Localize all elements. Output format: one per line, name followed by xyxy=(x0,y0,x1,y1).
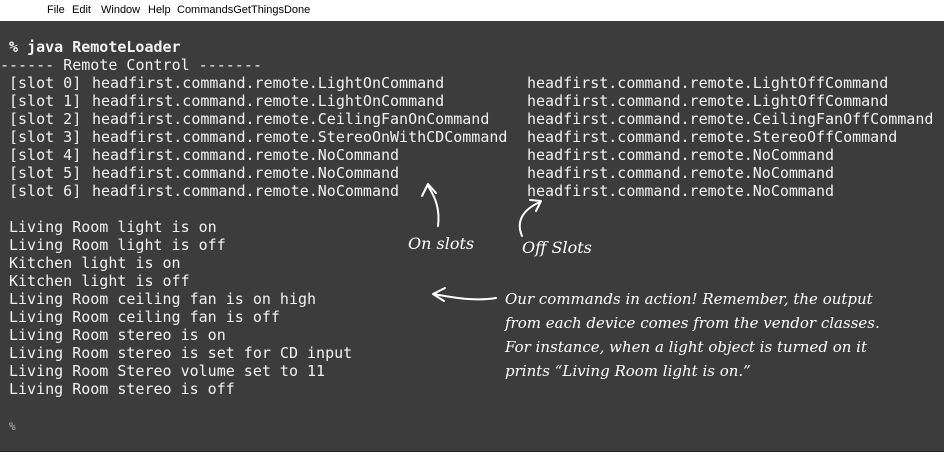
slot-3-on: headfirst.command.remote.StereoOnWithCDC… xyxy=(92,128,508,146)
slot-6-label: [slot 6] xyxy=(9,182,82,200)
slot-4-label: [slot 4] xyxy=(9,146,82,164)
slot-0-on: headfirst.command.remote.LightOnCommand xyxy=(92,74,445,92)
shell-prompt: % xyxy=(9,420,16,433)
output-line: Living Room Stereo volume set to 11 xyxy=(9,362,326,380)
slot-4-off: headfirst.command.remote.NoCommand xyxy=(527,146,835,164)
output-line: Living Room stereo is on xyxy=(9,326,226,344)
output-line: Living Room ceiling fan is off xyxy=(9,308,280,326)
slot-6-off: headfirst.command.remote.NoCommand xyxy=(527,182,835,200)
menu-window[interactable]: Window xyxy=(101,4,140,16)
output-line: Living Room stereo is set for CD input xyxy=(9,344,353,362)
commands-note-line: Our commands in action! Remember, the ou… xyxy=(505,290,873,308)
menu-edit[interactable]: Edit xyxy=(72,4,91,16)
menu-app-name[interactable]: CommandsGetThingsDone xyxy=(177,4,310,16)
slot-2-label: [slot 2] xyxy=(9,110,82,128)
slot-1-off: headfirst.command.remote.LightOffCommand xyxy=(527,92,889,110)
menu-file[interactable]: File xyxy=(47,4,65,16)
slot-5-label: [slot 5] xyxy=(9,164,82,182)
remote-control-header: ------ Remote Control ------- xyxy=(0,56,262,74)
commands-note-line: from each device comes from the vendor c… xyxy=(505,314,880,332)
slot-0-label: [slot 0] xyxy=(9,74,82,92)
slot-1-label: [slot 1] xyxy=(9,92,82,110)
output-line: Living Room ceiling fan is on high xyxy=(9,290,317,308)
output-line: Living Room light is on xyxy=(9,218,217,236)
menu-bar: File Edit Window Help CommandsGetThingsD… xyxy=(0,0,944,21)
slot-0-off: headfirst.command.remote.LightOffCommand xyxy=(527,74,889,92)
commands-note-line: prints “Living Room light is on.” xyxy=(505,362,751,380)
commands-note-line: For instance, when a light object is tur… xyxy=(505,338,867,356)
slot-2-on: headfirst.command.remote.CeilingFanOnCom… xyxy=(92,110,490,128)
slot-6-on: headfirst.command.remote.NoCommand xyxy=(92,182,400,200)
slot-2-off: headfirst.command.remote.CeilingFanOffCo… xyxy=(527,110,934,128)
output-line: Kitchen light is on xyxy=(9,254,181,272)
on-slots-annotation: On slots xyxy=(408,234,475,253)
off-slots-annotation: Off Slots xyxy=(522,238,592,257)
menu-help[interactable]: Help xyxy=(148,4,171,16)
output-line: Living Room light is off xyxy=(9,236,226,254)
slot-1-on: headfirst.command.remote.LightOnCommand xyxy=(92,92,445,110)
slot-5-off: headfirst.command.remote.NoCommand xyxy=(527,164,835,182)
command-line: % java RemoteLoader xyxy=(9,38,181,56)
slot-3-label: [slot 3] xyxy=(9,128,82,146)
slot-5-on: headfirst.command.remote.NoCommand xyxy=(92,164,400,182)
slot-4-on: headfirst.command.remote.NoCommand xyxy=(92,146,400,164)
output-line: Kitchen light is off xyxy=(9,272,190,290)
output-line: Living Room stereo is off xyxy=(9,380,235,398)
slot-3-off: headfirst.command.remote.StereoOffComman… xyxy=(527,128,898,146)
